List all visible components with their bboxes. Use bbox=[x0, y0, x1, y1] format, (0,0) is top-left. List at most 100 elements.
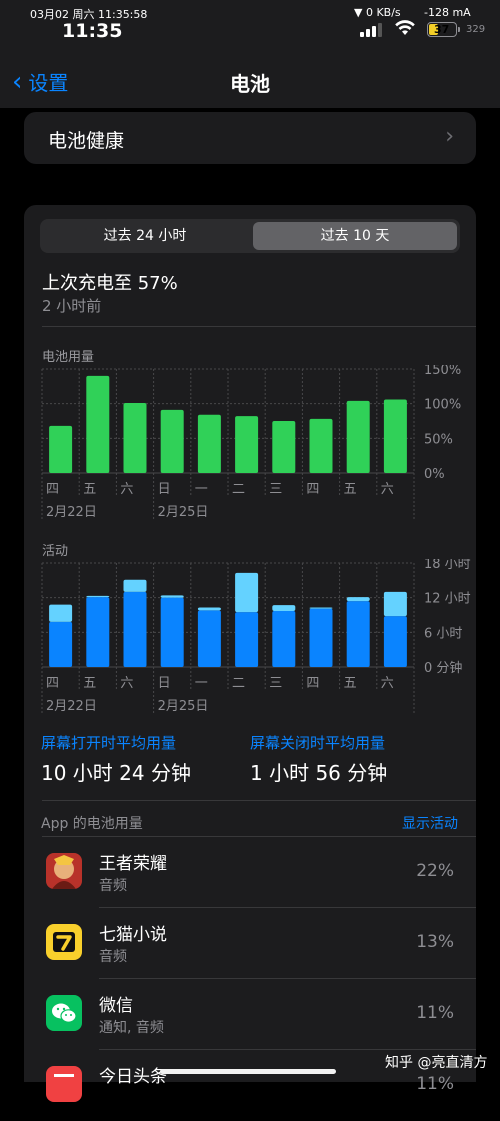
bar bbox=[160, 409, 184, 473]
bar bbox=[235, 416, 259, 473]
bar bbox=[272, 610, 296, 667]
app-percent: 11% bbox=[416, 1003, 454, 1023]
activity-chart: 0 分钟 6 小时 12 小时 18 小时四 五 六 日 一 二 三 四 五 六 2月22日 2月25日 bbox=[41, 559, 471, 715]
signal-icon bbox=[360, 23, 382, 37]
x-tick-label: 三 bbox=[269, 482, 282, 497]
x-tick-label: 日 bbox=[158, 676, 171, 691]
segment-10-days[interactable]: 过去 10 天 bbox=[253, 222, 457, 250]
app-name: 今日头条 bbox=[99, 1067, 167, 1087]
screen-off-avg-label: 屏幕关闭时平均用量 bbox=[250, 734, 386, 752]
app-percent: 22% bbox=[416, 861, 454, 881]
bar bbox=[383, 399, 407, 473]
chevron-right-icon: › bbox=[445, 124, 454, 149]
x-tick-label: 六 bbox=[381, 676, 394, 691]
status-bar: 03月02 周六 11:35:58 11:35 ▼ 0 KB/s -128 mA… bbox=[0, 0, 500, 52]
x-tick-label: 六 bbox=[120, 482, 133, 497]
app-detail: 音频 bbox=[99, 949, 127, 965]
app-name: 王者荣耀 bbox=[99, 854, 167, 874]
bar bbox=[86, 375, 110, 473]
last-charge-title: 上次充电至 57% bbox=[42, 273, 178, 294]
bar bbox=[123, 579, 147, 592]
y-tick-label: 50% bbox=[424, 432, 453, 447]
x-tick-label: 一 bbox=[195, 676, 208, 691]
time-range-segmented-control: 过去 24 小时 过去 10 天 bbox=[40, 219, 460, 253]
screen-on-avg-value: 10 小时 24 分钟 bbox=[41, 761, 191, 785]
screen-off-avg-value: 1 小时 56 分钟 bbox=[250, 761, 388, 785]
bar bbox=[123, 402, 147, 473]
bar bbox=[309, 608, 333, 667]
x-tick-label: 四 bbox=[306, 482, 319, 497]
bar bbox=[346, 601, 370, 667]
wechat-icon bbox=[46, 995, 82, 1031]
screen-on-avg-label: 屏幕打开时平均用量 bbox=[41, 734, 177, 752]
battery-usage-chart: 0% 50% 100% 150% 四 五 六 日 一 二 三 四 五 六 2月22日 2月25日 bbox=[41, 365, 461, 521]
last-charge-time: 2 小时前 bbox=[42, 297, 102, 315]
app-detail: 通知, 音频 bbox=[99, 1020, 164, 1036]
bar bbox=[86, 597, 110, 667]
network-speed: ▼ 0 KB/s bbox=[354, 6, 401, 19]
segment-24-hours[interactable]: 过去 24 小时 bbox=[43, 222, 247, 250]
battery-level: 37 bbox=[434, 23, 450, 36]
y-tick-label: 12 小时 bbox=[424, 592, 471, 607]
x-tick-label: 二 bbox=[232, 676, 245, 691]
divider bbox=[42, 326, 476, 327]
app-row[interactable]: 七猫小说 音频 13% bbox=[24, 908, 476, 979]
bar bbox=[160, 597, 184, 667]
qimao-icon bbox=[46, 924, 82, 960]
y-tick-label: 150% bbox=[424, 365, 461, 378]
x-tick-label: 六 bbox=[381, 482, 394, 497]
app-percent: 13% bbox=[416, 932, 454, 952]
status-time: 11:35 bbox=[62, 20, 123, 42]
x-tick-label: 五 bbox=[83, 676, 96, 691]
battery-health-label: 电池健康 bbox=[48, 130, 125, 152]
watermark: 知乎 @亮直清方 bbox=[385, 1055, 488, 1071]
app-name: 七猫小说 bbox=[99, 925, 167, 945]
toutiao-icon bbox=[46, 1066, 82, 1102]
y-tick-label: 0 分钟 bbox=[424, 660, 462, 676]
bar bbox=[197, 610, 221, 667]
battery-capacity: 329 bbox=[466, 24, 486, 35]
x-tick-label: 五 bbox=[344, 482, 357, 497]
wifi-icon bbox=[394, 19, 416, 42]
bar bbox=[383, 616, 407, 667]
x-tick-label: 四 bbox=[46, 482, 59, 497]
x-tick-label: 五 bbox=[83, 482, 96, 497]
app-usage-title: App 的电池用量 bbox=[41, 816, 143, 832]
battery-current: -128 mA bbox=[424, 6, 471, 19]
y-tick-label: 18 小时 bbox=[424, 559, 471, 572]
bar bbox=[197, 414, 221, 473]
bar bbox=[309, 418, 333, 473]
app-name: 微信 bbox=[99, 996, 133, 1016]
battery-usage-card: 过去 24 小时 过去 10 天 上次充电至 57% 2 小时前 电池用量 0%… bbox=[24, 205, 476, 1102]
battery-health-row[interactable]: 电池健康 › bbox=[24, 112, 476, 164]
x-tick-label: 一 bbox=[195, 482, 208, 497]
bar bbox=[272, 421, 296, 473]
y-tick-label: 6 小时 bbox=[424, 626, 462, 641]
bar bbox=[309, 607, 333, 609]
battery-icon: 37 bbox=[427, 22, 457, 37]
bar bbox=[197, 607, 221, 611]
divider bbox=[42, 800, 476, 801]
x-tick-label: 四 bbox=[46, 676, 59, 691]
home-indicator bbox=[160, 1069, 336, 1074]
date-label: 2月22日 bbox=[46, 699, 97, 714]
page-title: 电池 bbox=[230, 72, 270, 96]
x-tick-label: 三 bbox=[269, 676, 282, 691]
nav-bar: ‹ 设置 电池 bbox=[0, 52, 500, 108]
x-tick-label: 六 bbox=[120, 676, 133, 691]
bar bbox=[49, 425, 73, 473]
bar bbox=[272, 605, 296, 611]
app-row[interactable]: 微信 通知, 音频 11% bbox=[24, 979, 476, 1050]
x-tick-label: 五 bbox=[344, 676, 357, 691]
app-row[interactable]: 王者荣耀 音频 22% bbox=[24, 837, 476, 908]
bar bbox=[346, 597, 370, 602]
app-percent: 11% bbox=[416, 1074, 454, 1094]
activity-chart-label: 活动 bbox=[42, 544, 69, 559]
show-activity-button[interactable]: 显示活动 bbox=[402, 813, 458, 833]
bar bbox=[160, 595, 184, 598]
battery-tip bbox=[458, 27, 460, 32]
date-label: 2月25日 bbox=[158, 699, 209, 714]
bar bbox=[235, 612, 259, 667]
x-tick-label: 四 bbox=[306, 676, 319, 691]
y-tick-label: 100% bbox=[424, 398, 461, 413]
